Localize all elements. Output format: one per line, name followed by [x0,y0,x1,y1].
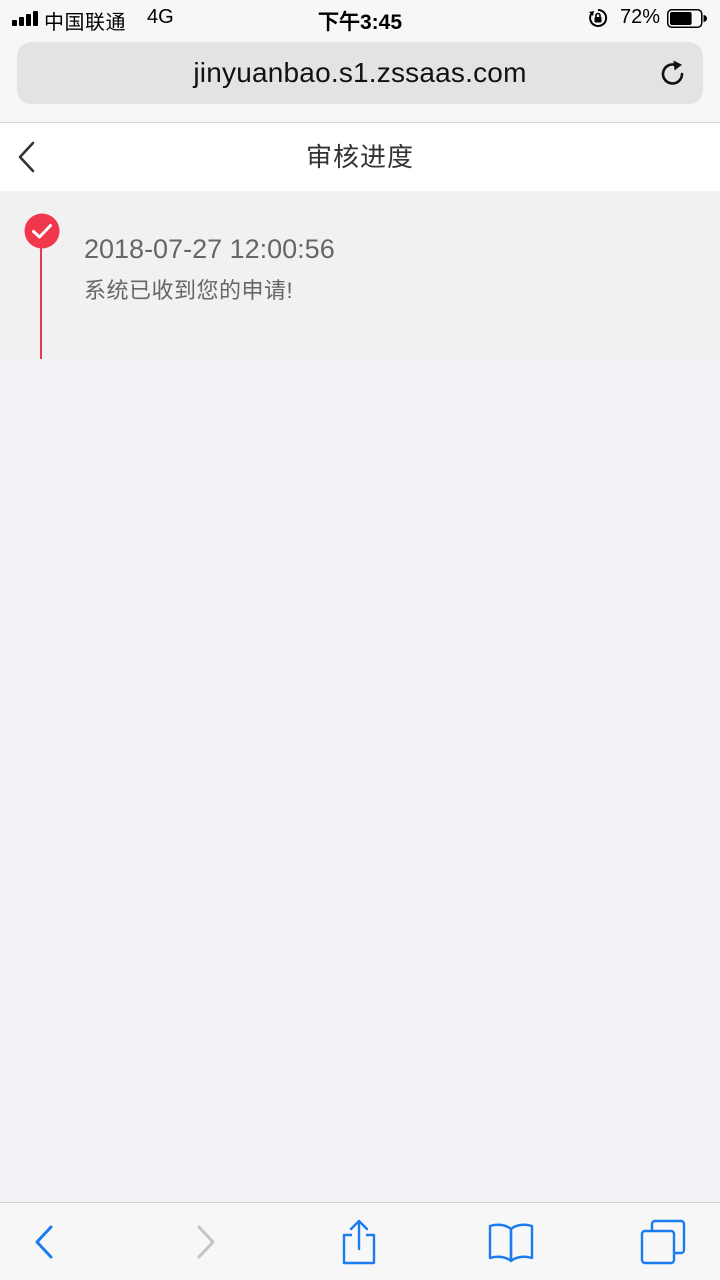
share-button[interactable] [334,1217,384,1267]
reload-icon[interactable] [658,59,688,89]
address-bar[interactable]: jinyuanbao.s1.zssaas.com [17,42,703,104]
battery-percent: 72% [620,6,661,28]
battery-icon [667,9,707,28]
browser-toolbar [0,1202,720,1280]
browser-back-button[interactable] [20,1217,70,1267]
timeline-item-description: 系统已收到您的申请! [84,278,294,303]
phone-screen: 中国联通 4G 下午3:45 72% jinyuanbao.s1.zssaas.… [0,0,720,1280]
book-icon [488,1223,534,1263]
check-circle-icon [24,213,60,249]
bookmarks-button[interactable] [486,1217,536,1267]
chevron-right-icon [197,1225,215,1259]
browser-forward-button[interactable] [180,1217,230,1267]
browser-top-bar: 中国联通 4G 下午3:45 72% jinyuanbao.s1.zssaas.… [0,0,720,123]
page-header: 审核进度 [0,123,720,191]
review-progress-timeline: 2018-07-27 12:00:56 系统已收到您的申请! [0,191,720,359]
status-bar: 中国联通 4G 下午3:45 72% [0,0,720,38]
timeline-line [40,233,42,359]
share-icon [342,1219,376,1265]
orientation-lock-icon [589,8,608,27]
tabs-icon [640,1219,686,1265]
page-title: 审核进度 [305,142,414,172]
timeline-item-time: 2018-07-27 12:00:56 [84,234,335,264]
url-text[interactable]: jinyuanbao.s1.zssaas.com [17,42,703,104]
chevron-left-icon [35,1225,53,1259]
tabs-button[interactable] [638,1217,688,1267]
status-time: 下午3:45 [317,11,403,34]
